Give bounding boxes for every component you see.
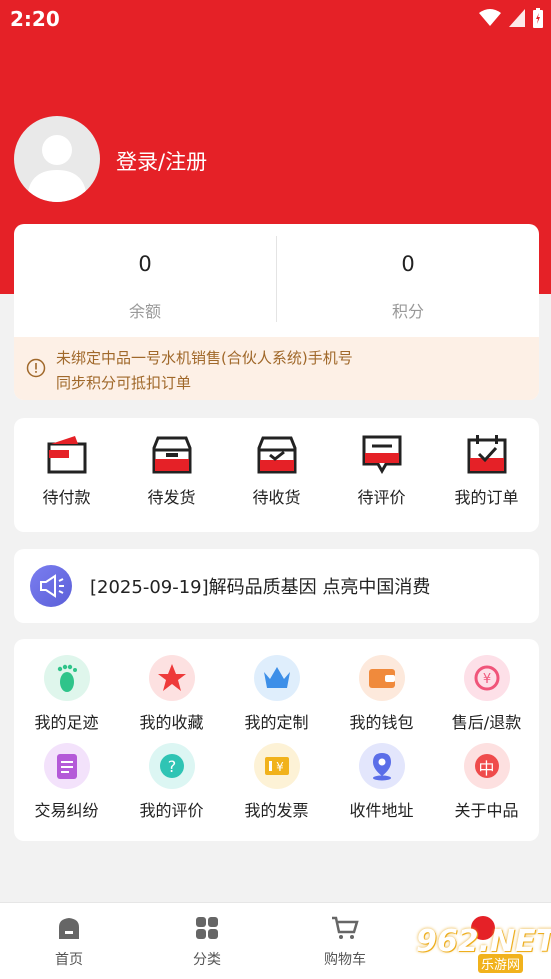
order-pending-receipt[interactable]: 待收货 [224,434,329,508]
service-label: 我的收藏 [139,713,204,732]
status-time: 2:20 [10,7,60,31]
service-item[interactable]: 我的定制 [224,655,329,733]
service-item[interactable]: 收件地址 [329,743,434,821]
service-label: 关于中品 [454,801,519,820]
order-pending-shipment[interactable]: 待发货 [119,434,224,508]
wallet-icon [47,436,86,474]
home-icon [59,918,79,939]
service-label: 交易纠纷 [34,801,99,820]
service-item[interactable]: 我的收藏 [119,655,224,733]
zhong-icon: 中 [463,743,510,789]
clipboard-icon [43,743,90,789]
location-icon [358,743,405,789]
order-pending-review[interactable]: 待评价 [329,434,434,508]
site-watermark-logo: 962.NET 乐游网 [416,918,551,974]
crown-icon [253,655,300,701]
tab-label: 购物车 [324,952,366,968]
status-bar: 2:20 [0,0,551,38]
invoice-icon: ¥ [253,743,300,789]
box-icon [152,436,191,474]
news-card[interactable]: [2025-09-19]解码品质基因 点亮中国消费 [14,549,539,623]
service-label: 我的发票 [244,801,309,820]
tab-label: 首页 [55,952,83,968]
service-label: 收件地址 [349,801,414,820]
balance-item[interactable]: 0 余额 [14,224,276,336]
tab-label: 分类 [193,952,221,968]
refund-icon: ¥ [463,655,510,701]
receive-box-icon [257,436,296,474]
order-label: 待付款 [42,488,91,507]
service-icon-glyph: 中 [478,759,495,778]
notice-line-1: 未绑定中品一号水机销售(合伙人系统)手机号 [56,349,353,367]
svg-text:?: ? [167,757,176,776]
points-value: 0 [401,252,415,276]
avatar[interactable] [14,116,100,202]
comment-icon [362,435,401,474]
service-label: 我的钱包 [349,713,414,732]
service-item[interactable]: ¥ 我的发票 [224,743,329,821]
balance-value: 0 [138,252,152,276]
service-item[interactable]: 中关于中品 [434,743,539,821]
service-item[interactable]: ¥ 售后/退款 [434,655,539,733]
signal-icon [509,9,525,27]
order-pending-payment[interactable]: 待付款 [14,434,119,508]
order-label: 待收货 [252,488,301,507]
order-label: 我的订单 [454,488,519,507]
watermark-sub: 乐游网 [478,954,524,973]
my-orders[interactable]: 我的订单 [434,434,539,508]
star-icon [148,655,195,701]
service-label: 我的足迹 [34,713,99,732]
user-silhouette-icon [27,135,87,202]
login-register-link[interactable]: 登录/注册 [116,146,207,176]
wallet-icon [358,655,405,701]
points-item[interactable]: 0 积分 [277,224,539,336]
cart-icon [332,916,359,939]
svg-text:¥: ¥ [276,760,284,774]
tab-home[interactable]: 首页 [0,915,138,969]
info-icon [26,358,46,378]
service-item[interactable]: 我的钱包 [329,655,434,733]
svg-text:¥: ¥ [482,672,490,687]
status-icons [479,8,543,28]
megaphone-icon [30,565,72,607]
calendar-check-icon [467,435,506,474]
service-label: 我的评价 [139,801,204,820]
tab-category[interactable]: 分类 [138,915,276,969]
wifi-icon [479,9,501,26]
orders-card: 待付款 待发货 待收货 待评价 我的订单 [14,418,539,532]
points-label: 积分 [391,302,424,321]
footprint-icon [43,655,90,701]
service-label: 我的定制 [244,713,309,732]
order-label: 待发货 [147,488,196,507]
bind-phone-notice[interactable]: 未绑定中品一号水机销售(合伙人系统)手机号 同步积分可抵扣订单 [14,337,539,400]
services-card: 我的足迹 我的收藏 我的定制 我的钱包 ¥ 售后/退款 交易纠纷? 我的评价 ¥ 我的发票 收件地址… [14,639,539,841]
service-item[interactable]: ? 我的评价 [119,743,224,821]
service-label: 售后/退款 [451,713,522,732]
grid-icon [196,917,218,939]
balance-label: 余额 [128,302,161,321]
question-icon: ? [148,743,195,789]
notice-line-2: 同步积分可抵扣订单 [56,374,192,392]
tab-cart[interactable]: 购物车 [276,915,414,969]
service-item[interactable]: 交易纠纷 [14,743,119,821]
order-label: 待评价 [357,488,406,507]
news-headline: [2025-09-19]解码品质基因 点亮中国消费 [90,577,431,598]
balance-card: 0 余额 0 积分 未绑定中品一号水机销售(合伙人系统)手机号 同步积分可抵扣订… [14,224,539,400]
battery-icon [533,8,543,28]
service-item[interactable]: 我的足迹 [14,655,119,733]
